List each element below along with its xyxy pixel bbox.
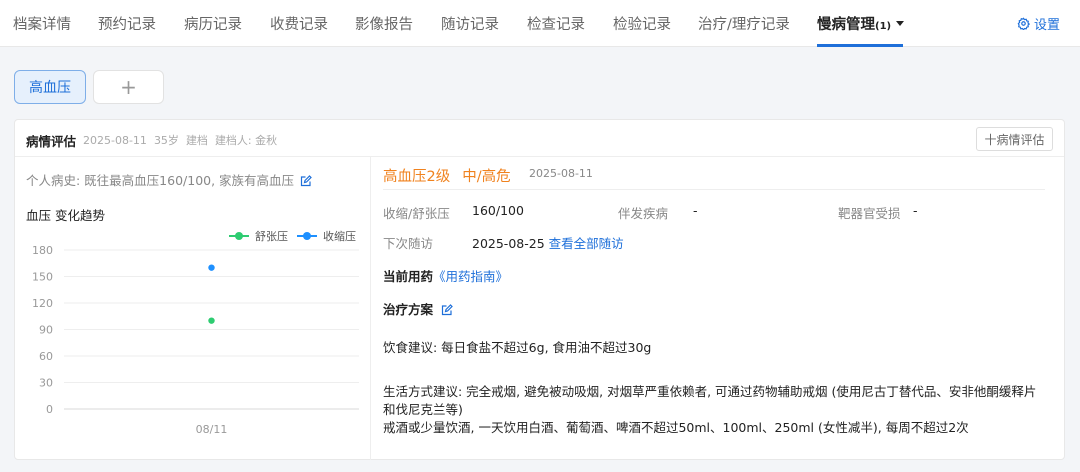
comorbid-label: 伴发疾病 xyxy=(618,206,669,221)
tab-appointments[interactable]: 预约记录 xyxy=(98,13,156,34)
card-title: 病情评估 xyxy=(26,134,77,149)
top-nav: 档案详情 预约记录 病历记录 收费记录 影像报告 随访记录 检查记录 检验记录 … xyxy=(0,0,1080,47)
settings-button[interactable]: 设置 xyxy=(1017,14,1060,33)
followup-date: 2025-08-25 xyxy=(472,236,545,251)
add-disease-button[interactable]: + xyxy=(93,70,164,104)
medication-section: 当前用药《用药指南》 xyxy=(383,266,508,285)
card-header: 病情评估 2025-08-11 35岁 建档 建档人: 金秋 十病情评估 xyxy=(15,120,1064,157)
disease-chip-hypertension[interactable]: 高血压 xyxy=(14,70,86,104)
bp-trend-chart: 舒张压 收缩压 0 30 60 90 120 150 180 08/11 xyxy=(32,229,359,436)
tab-count-badge: (1) xyxy=(875,21,892,32)
details-pane: 高血压2级 中/高危 2025-08-11 收缩/舒张压 160/100 伴发疾病… xyxy=(383,157,1053,460)
legend-marker xyxy=(235,232,243,240)
followup-label: 下次随访 xyxy=(383,236,434,251)
legend-marker xyxy=(303,232,311,240)
patient-age: 35岁 xyxy=(153,134,179,147)
record-status: 建档 xyxy=(185,134,208,147)
x-tick-label: 08/11 xyxy=(196,423,228,436)
all-followups-link[interactable]: 查看全部随访 xyxy=(549,236,624,251)
tab-billing[interactable]: 收费记录 xyxy=(270,13,328,34)
tab-chronic-disease[interactable]: 慢病管理(1) xyxy=(817,13,905,34)
lifestyle-advice: 生活方式建议: 完全戒烟, 避免被动吸烟, 对烟草严重依赖者, 可通过药物辅助戒… xyxy=(383,384,1037,417)
tab-archive-details[interactable]: 档案详情 xyxy=(13,13,71,34)
edit-plan-icon[interactable] xyxy=(441,304,453,316)
risk-level: 中/高危 xyxy=(462,169,511,185)
y-tick-label: 90 xyxy=(39,324,53,337)
record-creator: 建档人: 金秋 xyxy=(214,134,278,147)
caret-down-icon xyxy=(896,21,905,26)
medication-label: 当前用药 xyxy=(383,269,434,284)
medication-guide-link[interactable]: 《用药指南》 xyxy=(433,269,508,284)
legend-label: 收缩压 xyxy=(323,229,356,243)
tab-examinations[interactable]: 检查记录 xyxy=(527,13,585,34)
legend-label: 舒张压 xyxy=(255,229,288,243)
bp-label: 收缩/舒张压 xyxy=(383,206,450,221)
y-tick-label: 30 xyxy=(39,377,53,390)
active-tab-indicator xyxy=(817,44,903,47)
plan-label: 治疗方案 xyxy=(383,302,434,317)
diet-advice: 饮食建议: 每日食盐不超过6g, 食用油不超过30g xyxy=(383,340,652,355)
y-tick-label: 120 xyxy=(32,297,53,310)
bp-value: 160/100 xyxy=(472,203,524,218)
diagnosis: 高血压2级 中/高危 xyxy=(383,165,511,186)
plan-section: 治疗方案 xyxy=(383,299,453,318)
y-tick-label: 150 xyxy=(32,271,53,284)
trend-pane: 个人病史: 既往最高血压160/100, 家族有高血压 血压 变化趋势 舒张压收… xyxy=(15,157,371,460)
followup-value: 2025-08-25 查看全部随访 xyxy=(472,233,624,252)
personal-history: 个人病史: 既往最高血压160/100, 家族有高血压 xyxy=(26,170,312,189)
data-point-systolic xyxy=(208,264,215,271)
data-point-diastolic xyxy=(208,317,215,324)
edit-icon[interactable] xyxy=(300,175,312,187)
tab-therapy-records[interactable]: 治疗/理疗记录 xyxy=(698,13,790,34)
card-meta: 2025-08-11 35岁 建档 建档人: 金秋 xyxy=(83,132,284,148)
alcohol-advice: 戒酒或少量饮酒, 一天饮用白酒、葡萄酒、啤酒不超过50ml、100ml、250m… xyxy=(383,420,969,435)
organ-damage-label: 靶器官受损 xyxy=(838,206,901,221)
tab-medical-records[interactable]: 病历记录 xyxy=(184,13,242,34)
y-tick-label: 0 xyxy=(46,403,53,416)
tab-lab-tests[interactable]: 检验记录 xyxy=(613,13,671,34)
add-assessment-button[interactable]: 十病情评估 xyxy=(976,127,1053,151)
organ-damage-value: - xyxy=(913,203,918,218)
assessment-date: 2025-08-11 xyxy=(83,134,147,147)
comorbid-value: - xyxy=(693,203,698,218)
tab-chronic-disease-label: 慢病管理 xyxy=(817,17,875,33)
y-tick-label: 180 xyxy=(32,244,53,257)
personal-history-text: 个人病史: 既往最高血压160/100, 家族有高血压 xyxy=(26,173,295,188)
settings-label: 设置 xyxy=(1033,18,1060,33)
diagnosis-grade: 高血压2级 xyxy=(383,169,451,185)
diagnosis-date: 2025-08-11 xyxy=(529,167,593,180)
divider xyxy=(383,189,1045,190)
tab-imaging-reports[interactable]: 影像报告 xyxy=(355,13,413,34)
y-tick-label: 60 xyxy=(39,350,53,363)
tab-followups[interactable]: 随访记录 xyxy=(441,13,499,34)
assessment-card: 病情评估 2025-08-11 35岁 建档 建档人: 金秋 十病情评估 个人病史: … xyxy=(14,119,1065,460)
gear-icon xyxy=(1017,17,1030,30)
